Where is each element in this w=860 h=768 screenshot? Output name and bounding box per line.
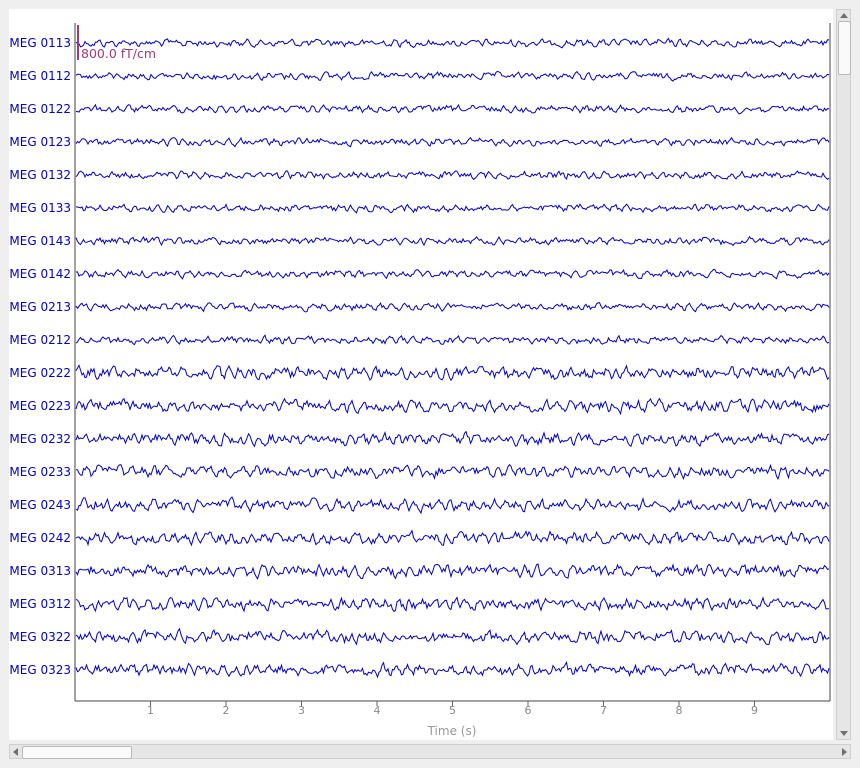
vertical-scroll-thumb[interactable] [838, 21, 851, 75]
channel-trace [75, 170, 830, 180]
channel-trace [75, 563, 830, 580]
channel-label[interactable]: MEG 0123 [9, 135, 71, 149]
channel-label[interactable]: MEG 0322 [9, 630, 71, 644]
channel-trace [75, 70, 830, 82]
channel-label[interactable]: MEG 0132 [9, 168, 71, 182]
channel-label[interactable]: MEG 0142 [9, 267, 71, 281]
channel-label[interactable]: MEG 0233 [9, 465, 71, 479]
scroll-right-arrow-icon[interactable] [842, 748, 847, 756]
x-tick-label: 2 [223, 704, 230, 717]
x-tick-label: 5 [449, 704, 456, 717]
x-axis-title: Time (s) [427, 724, 477, 738]
x-tick-label: 6 [525, 704, 532, 717]
channel-trace [75, 430, 830, 448]
horizontal-scroll-thumb[interactable] [22, 746, 132, 759]
channel-label[interactable]: MEG 0212 [9, 333, 71, 347]
x-ticks: 1 2 3 4 5 6 7 8 9 [147, 701, 758, 717]
channel-trace [75, 268, 830, 280]
channel-trace [75, 496, 830, 515]
channel-labels: MEG 0113 MEG 0112 MEG 0122 MEG 0123 MEG 0132… [9, 36, 71, 677]
channel-trace [75, 203, 830, 214]
channel-label[interactable]: MEG 0242 [9, 531, 71, 545]
channel-label[interactable]: MEG 0133 [9, 201, 71, 215]
scroll-down-arrow-icon[interactable] [840, 731, 848, 736]
scale-bar-label: 800.0 fT/cm [81, 46, 156, 61]
x-tick-label: 1 [147, 704, 154, 717]
traces-group [75, 37, 830, 679]
horizontal-scrollbar[interactable] [9, 744, 851, 759]
channel-label[interactable]: MEG 0223 [9, 399, 71, 413]
channel-trace [75, 37, 830, 49]
channel-label[interactable]: MEG 0143 [9, 234, 71, 248]
channel-trace [75, 397, 830, 416]
channel-trace [75, 627, 830, 646]
channel-label[interactable]: MEG 0112 [9, 69, 71, 83]
channel-trace [75, 661, 830, 679]
channel-label[interactable]: MEG 0113 [9, 36, 71, 50]
x-tick-label: 3 [298, 704, 305, 717]
channel-trace [75, 136, 830, 148]
channel-label[interactable]: MEG 0122 [9, 102, 71, 116]
channel-label[interactable]: MEG 0312 [9, 597, 71, 611]
channel-trace [75, 529, 830, 547]
x-tick-label: 7 [600, 704, 607, 717]
channel-trace [75, 334, 830, 346]
vertical-scrollbar[interactable] [836, 9, 851, 740]
channel-label[interactable]: MEG 0213 [9, 300, 71, 314]
x-tick-label: 9 [751, 704, 758, 717]
plot-canvas[interactable]: MEG 0113 MEG 0112 MEG 0122 MEG 0123 MEG 0132… [9, 9, 833, 740]
scroll-up-arrow-icon[interactable] [840, 13, 848, 18]
channel-label[interactable]: MEG 0232 [9, 432, 71, 446]
channel-label[interactable]: MEG 0323 [9, 663, 71, 677]
channel-trace [75, 235, 830, 247]
channel-label[interactable]: MEG 0243 [9, 498, 71, 512]
channel-trace [75, 301, 830, 313]
channel-trace [75, 364, 830, 382]
channel-trace [75, 103, 830, 115]
channel-label[interactable]: MEG 0313 [9, 564, 71, 578]
scroll-left-arrow-icon[interactable] [13, 748, 18, 756]
channel-label[interactable]: MEG 0222 [9, 366, 71, 380]
x-tick-label: 8 [676, 704, 683, 717]
raw-data-browser-plot[interactable]: MEG 0113 MEG 0112 MEG 0122 MEG 0123 MEG 0132… [9, 9, 833, 740]
x-tick-label: 4 [374, 704, 381, 717]
channel-trace [75, 463, 830, 481]
channel-trace [75, 596, 829, 613]
